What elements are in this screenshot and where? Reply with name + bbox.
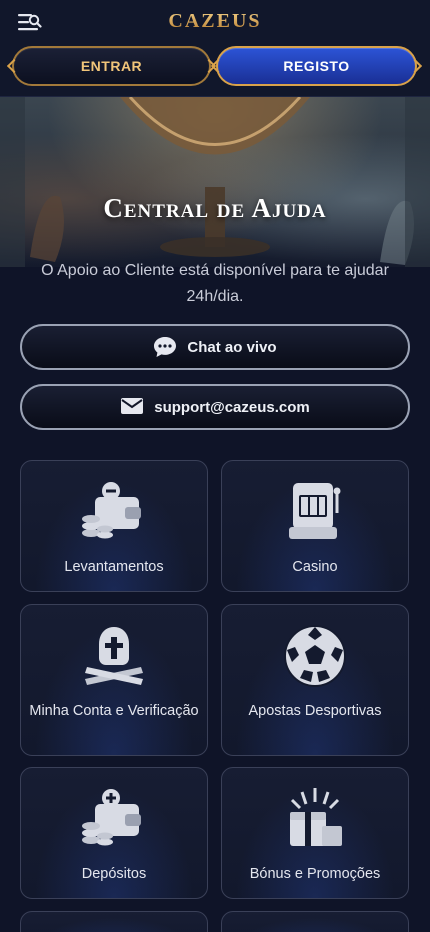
email-support-button[interactable]: support@cazeus.com — [20, 384, 410, 430]
category-label: Depósitos — [81, 866, 147, 882]
category-label: Apostas Desportivas — [248, 703, 382, 719]
support-availability-text: O Apoio ao Cliente está disponível para … — [41, 262, 389, 305]
category-label: Levantamentos — [64, 559, 164, 575]
spartan-helmet-icon — [21, 623, 207, 693]
category-label: Bónus e Promoções — [249, 866, 381, 882]
support-email-label: support@cazeus.com — [154, 398, 310, 416]
page-title: Central de Ajuda — [103, 193, 327, 223]
category-card-casino[interactable]: Casino — [221, 460, 409, 592]
wallet-withdraw-icon — [21, 479, 207, 549]
slot-machine-icon — [222, 479, 408, 549]
login-button[interactable]: ENTRAR — [12, 46, 211, 86]
category-card-partial[interactable] — [20, 911, 208, 932]
envelope-icon — [120, 396, 144, 418]
brand-logo[interactable]: CAZEUS — [0, 10, 430, 33]
category-card-partial[interactable] — [221, 911, 409, 932]
chalice-illustration — [0, 97, 430, 267]
help-center-banner: Central de Ajuda — [0, 97, 430, 267]
category-card-bonuses[interactable]: Bónus e Promoções — [221, 767, 409, 899]
register-button[interactable]: REGISTO — [216, 46, 417, 86]
category-card-withdrawals[interactable]: Levantamentos — [20, 460, 208, 592]
gift-bonus-icon — [222, 786, 408, 856]
category-label: Minha Conta e Verificação — [29, 703, 199, 719]
live-chat-button[interactable]: Chat ao vivo — [20, 324, 410, 370]
category-card-sports-betting[interactable]: Apostas Desportivas — [221, 604, 409, 756]
category-card-deposits[interactable]: Depósitos — [20, 767, 208, 899]
soccer-ball-icon — [222, 623, 408, 693]
wallet-deposit-icon — [21, 786, 207, 856]
category-label: Casino — [292, 559, 338, 575]
top-header: CAZEUS ENTRAR REGISTO — [0, 0, 430, 97]
category-card-account[interactable]: Minha Conta e Verificação — [20, 604, 208, 756]
chat-bubble-icon — [153, 336, 177, 358]
live-chat-label: Chat ao vivo — [187, 338, 277, 356]
